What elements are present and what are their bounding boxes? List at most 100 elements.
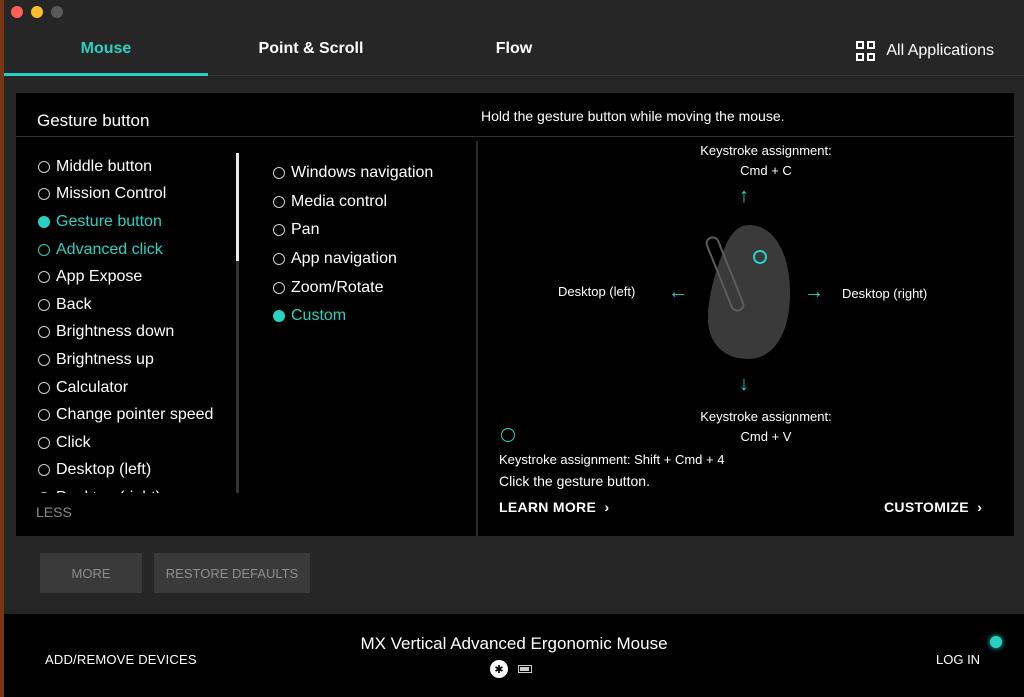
status-indicator-icon xyxy=(990,636,1002,648)
action-item-label: Desktop (left) xyxy=(56,461,152,479)
action-item-label: Calculator xyxy=(56,378,129,396)
radio-icon xyxy=(38,436,50,449)
action-item[interactable]: Brightness down xyxy=(38,319,238,347)
radio-icon xyxy=(273,167,285,180)
click-instruction: Click the gesture button. xyxy=(499,473,650,489)
title-bar xyxy=(4,0,1024,24)
action-item-label: Back xyxy=(56,295,92,313)
action-item-label: Middle button xyxy=(56,157,153,175)
radio-icon xyxy=(38,491,50,493)
tab-mouse[interactable]: Mouse xyxy=(4,40,208,58)
tab-flow[interactable]: Flow xyxy=(454,40,574,58)
gesture-button-panel: Gesture button Hold the gesture button w… xyxy=(16,93,1014,536)
all-applications-button[interactable]: All Applications xyxy=(856,41,994,61)
radio-icon xyxy=(38,381,50,394)
close-window-button[interactable] xyxy=(11,6,23,18)
footer: ADD/REMOVE DEVICES MX Vertical Advanced … xyxy=(4,614,1024,697)
unifying-receiver-icon: ✱ xyxy=(490,660,508,678)
chevron-right-icon: › xyxy=(600,499,610,515)
mouse-illustration-icon xyxy=(705,225,790,359)
more-button[interactable]: MORE xyxy=(40,553,142,593)
panel-title: Gesture button xyxy=(37,111,150,130)
action-item[interactable]: Back xyxy=(38,291,238,319)
action-item[interactable]: Calculator xyxy=(38,374,238,402)
gesture-mode-item[interactable]: Pan xyxy=(273,216,473,245)
click-radio[interactable] xyxy=(501,428,515,442)
less-button[interactable]: LESS xyxy=(36,504,72,520)
radio-icon xyxy=(38,326,50,339)
action-item[interactable]: Advanced click xyxy=(38,236,238,264)
radio-icon xyxy=(273,253,285,266)
restore-defaults-button[interactable]: RESTORE DEFAULTS xyxy=(154,553,310,593)
gesture-mode-item[interactable]: Media control xyxy=(273,188,473,217)
gesture-mode-item-label: Pan xyxy=(291,221,320,239)
gesture-mode-item[interactable]: Windows navigation xyxy=(273,159,473,188)
radio-icon xyxy=(38,215,50,228)
tab-bar: Mouse Point & Scroll Flow All Applicatio… xyxy=(4,24,1024,76)
radio-icon xyxy=(38,243,50,256)
action-item-label: Click xyxy=(56,433,91,451)
gesture-mode-item-label: Windows navigation xyxy=(291,164,434,182)
gesture-down-title: Keystroke assignment: xyxy=(700,409,832,424)
arrow-down-icon: ↓ xyxy=(739,373,749,395)
radio-icon xyxy=(38,409,50,422)
radio-icon xyxy=(273,195,285,208)
gesture-mode-item[interactable]: Custom xyxy=(273,302,473,331)
gesture-visual: Keystroke assignment: Cmd + C ↑ Desktop … xyxy=(486,141,1006,444)
gesture-left-label[interactable]: Desktop (left) xyxy=(558,284,635,299)
click-assignment: Keystroke assignment: Shift + Cmd + 4 xyxy=(499,452,725,467)
active-tab-underline xyxy=(4,73,208,76)
action-item[interactable]: Mission Control xyxy=(38,181,238,209)
app-window: Mouse Point & Scroll Flow All Applicatio… xyxy=(4,0,1024,697)
minimize-window-button[interactable] xyxy=(31,6,43,18)
learn-more-link[interactable]: LEARN MORE › xyxy=(499,499,919,515)
radio-icon xyxy=(38,464,50,477)
gesture-up-title: Keystroke assignment: xyxy=(700,143,832,158)
gesture-right-label[interactable]: Desktop (right) xyxy=(842,286,927,301)
gesture-mode-item-label: Custom xyxy=(291,307,347,325)
action-item[interactable]: App Expose xyxy=(38,263,238,291)
add-remove-devices-button[interactable]: ADD/REMOVE DEVICES xyxy=(45,652,197,667)
chevron-right-icon: › xyxy=(973,499,983,515)
gesture-mode-item[interactable]: Zoom/Rotate xyxy=(273,273,473,302)
radio-icon xyxy=(38,353,50,366)
gesture-mode-item-label: App navigation xyxy=(291,250,397,268)
panel-divider xyxy=(16,136,1014,137)
arrow-right-icon: → xyxy=(804,281,824,303)
arrow-left-icon: ← xyxy=(668,281,688,303)
device-status-icons: ✱ xyxy=(490,660,532,678)
vertical-divider xyxy=(476,141,478,536)
gesture-modes-list: Windows navigation Media control Pan App na… xyxy=(273,159,473,331)
action-item[interactable]: Change pointer speed xyxy=(38,401,238,429)
device-name: MX Vertical Advanced Ergonomic Mouse xyxy=(360,634,668,653)
learn-more-label: LEARN MORE xyxy=(499,499,597,515)
gesture-up-assignment[interactable]: Keystroke assignment: Cmd + C xyxy=(681,141,851,181)
gesture-mode-item[interactable]: App navigation xyxy=(273,245,473,274)
actions-scrollbar-thumb[interactable] xyxy=(236,153,239,261)
click-assignment-info: Keystroke assignment: Shift + Cmd + 4 Cl… xyxy=(499,428,919,515)
panel-hint: Hold the gesture button while moving the… xyxy=(481,108,785,124)
login-button[interactable]: LOG IN xyxy=(936,652,980,667)
action-item-label: App Expose xyxy=(56,268,143,286)
customize-label: CUSTOMIZE xyxy=(884,499,969,515)
action-item-label: Desktop (right) xyxy=(56,489,161,493)
action-item[interactable]: Brightness up xyxy=(38,346,238,374)
actions-list[interactable]: Middle button Mission Control Gesture butt… xyxy=(38,153,238,493)
radio-icon xyxy=(273,281,285,294)
zoom-window-button[interactable] xyxy=(51,6,63,18)
action-item[interactable]: Middle button xyxy=(38,153,238,181)
action-item[interactable]: Desktop (left) xyxy=(38,457,238,485)
radio-icon xyxy=(273,224,285,237)
action-item-label: Brightness down xyxy=(56,323,175,341)
customize-link[interactable]: CUSTOMIZE › xyxy=(884,499,982,515)
gesture-mode-item-label: Media control xyxy=(291,192,388,210)
action-item-label: Brightness up xyxy=(56,350,154,368)
tab-point-scroll[interactable]: Point & Scroll xyxy=(226,40,396,58)
action-item-label: Mission Control xyxy=(56,185,167,203)
radio-icon xyxy=(38,271,50,284)
action-item[interactable]: Desktop (right) xyxy=(38,484,238,493)
action-item-label: Gesture button xyxy=(56,212,162,230)
action-item[interactable]: Gesture button xyxy=(38,208,238,236)
action-item[interactable]: Click xyxy=(38,429,238,457)
arrow-up-icon: ↑ xyxy=(739,185,749,207)
